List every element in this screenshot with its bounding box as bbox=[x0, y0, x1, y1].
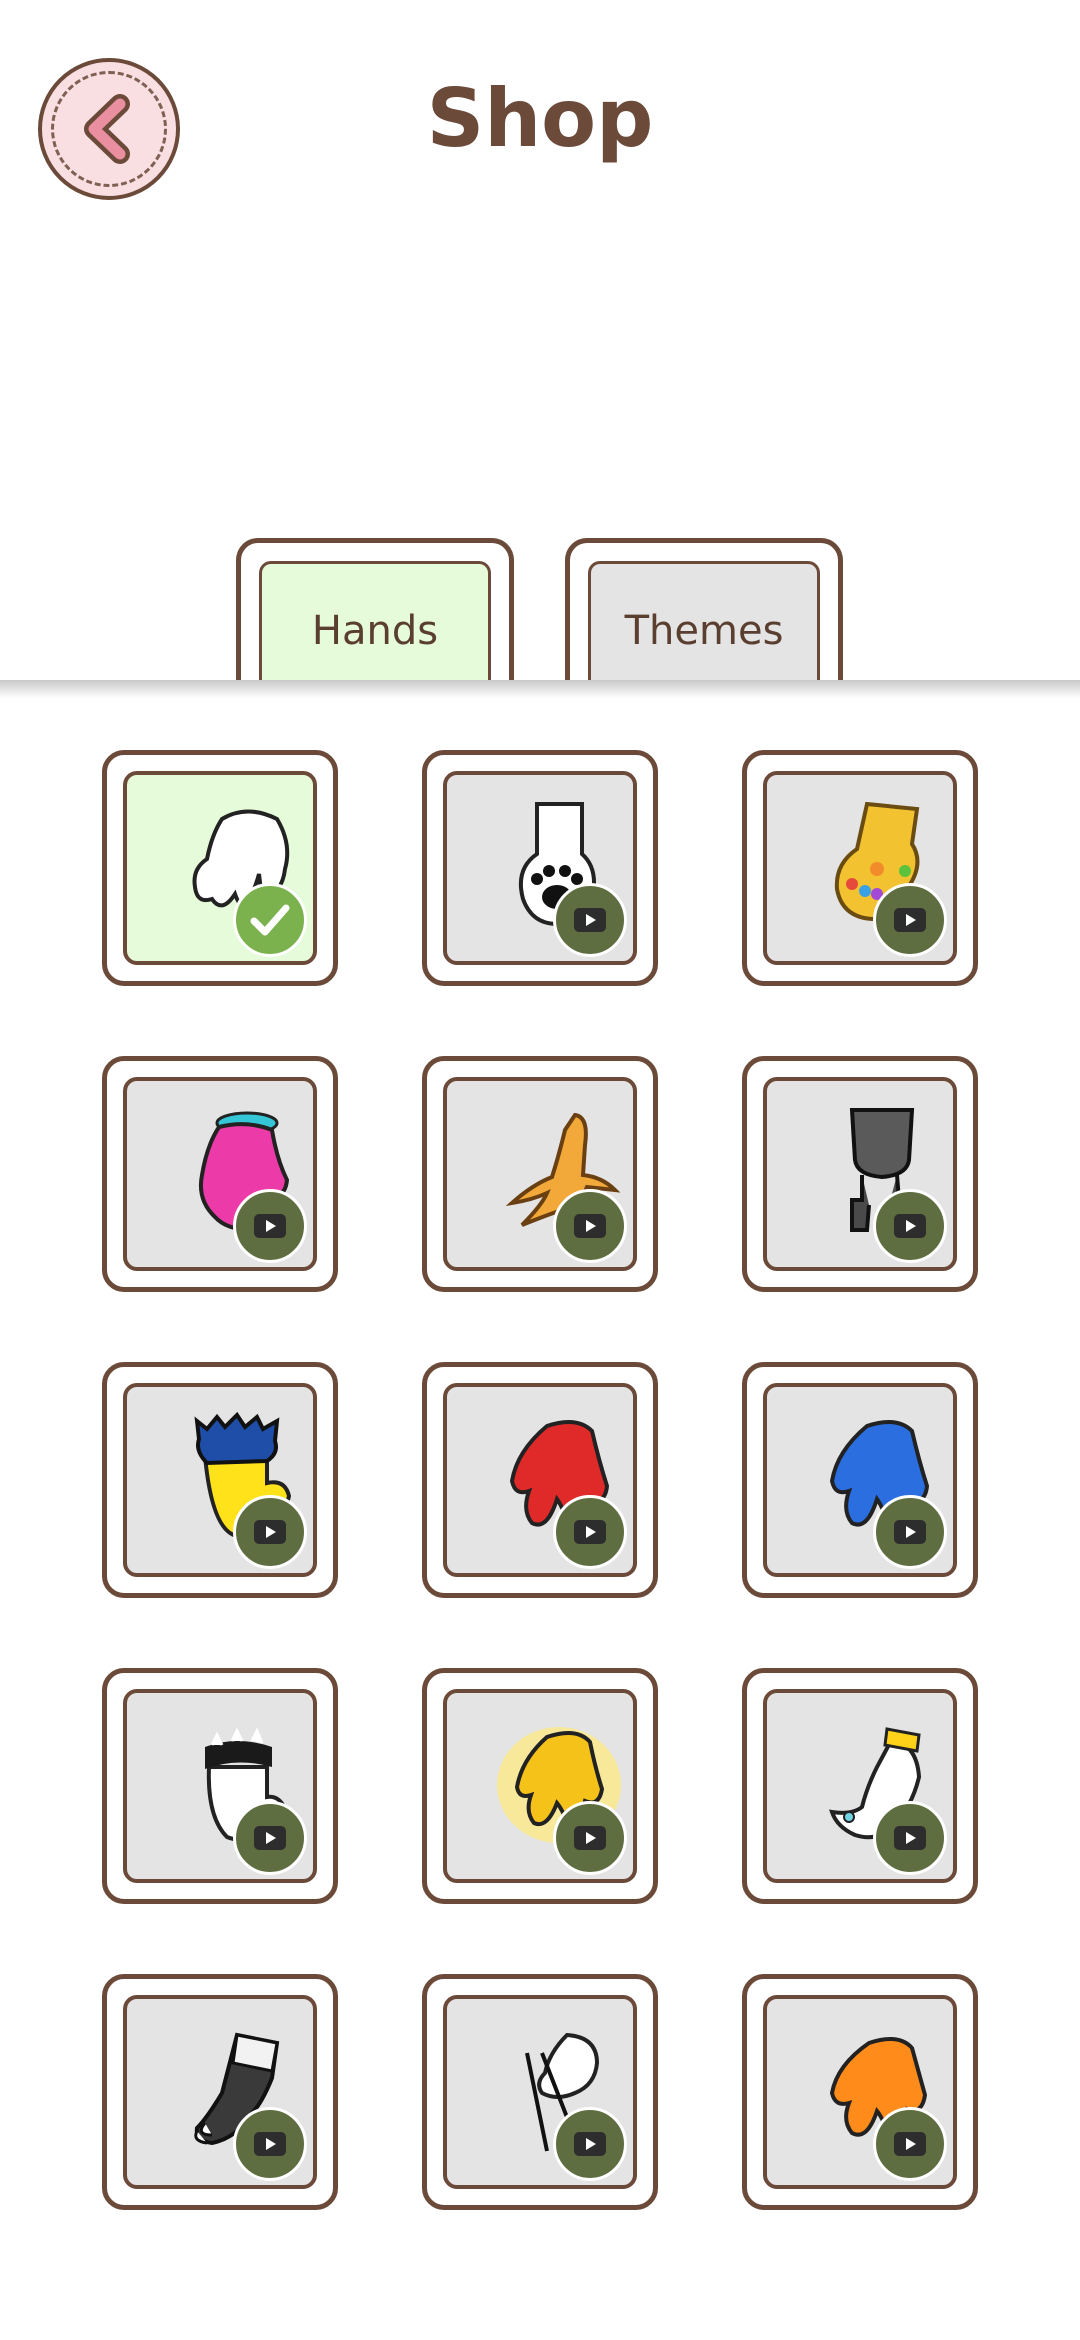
tab-hands[interactable]: Hands bbox=[236, 538, 514, 698]
watch-video-badge bbox=[553, 1495, 627, 1569]
shop-item[interactable] bbox=[742, 1974, 978, 2210]
shop-screen: Shop Hands Themes bbox=[0, 0, 1080, 2340]
shop-item[interactable] bbox=[102, 1668, 338, 1904]
play-video-icon bbox=[574, 1214, 606, 1238]
shop-item[interactable] bbox=[742, 750, 978, 986]
page-title: Shop bbox=[426, 72, 654, 165]
play-video-icon bbox=[574, 908, 606, 932]
tab-themes-label: Themes bbox=[588, 561, 820, 698]
tab-hands-label: Hands bbox=[259, 561, 491, 698]
play-video-icon bbox=[254, 1520, 286, 1544]
shop-item[interactable] bbox=[742, 1056, 978, 1292]
watch-video-badge bbox=[553, 883, 627, 957]
play-video-icon bbox=[574, 2132, 606, 2156]
shop-item[interactable] bbox=[102, 1974, 338, 2210]
play-video-icon bbox=[894, 1520, 926, 1544]
play-video-icon bbox=[894, 1214, 926, 1238]
selected-check-badge bbox=[233, 883, 307, 957]
shop-item[interactable] bbox=[422, 1362, 658, 1598]
shop-item[interactable] bbox=[422, 750, 658, 986]
watch-video-badge bbox=[233, 1495, 307, 1569]
tab-themes[interactable]: Themes bbox=[565, 538, 843, 698]
watch-video-badge bbox=[553, 1189, 627, 1263]
shop-item[interactable] bbox=[742, 1668, 978, 1904]
play-video-icon bbox=[574, 1520, 606, 1544]
shop-item[interactable] bbox=[102, 1362, 338, 1598]
watch-video-badge bbox=[873, 1801, 947, 1875]
play-video-icon bbox=[574, 1826, 606, 1850]
play-video-icon bbox=[894, 1826, 926, 1850]
watch-video-badge bbox=[233, 1189, 307, 1263]
watch-video-badge bbox=[233, 1801, 307, 1875]
shop-item[interactable] bbox=[102, 1056, 338, 1292]
panel-divider bbox=[0, 680, 1080, 698]
shop-item[interactable] bbox=[102, 750, 338, 986]
play-video-icon bbox=[254, 1826, 286, 1850]
watch-video-badge bbox=[873, 2107, 947, 2181]
watch-video-badge bbox=[233, 2107, 307, 2181]
watch-video-badge bbox=[553, 2107, 627, 2181]
play-video-icon bbox=[254, 2132, 286, 2156]
check-icon bbox=[250, 904, 290, 936]
watch-video-badge bbox=[873, 1495, 947, 1569]
watch-video-badge bbox=[553, 1801, 627, 1875]
play-video-icon bbox=[254, 1214, 286, 1238]
shop-item[interactable] bbox=[422, 1056, 658, 1292]
play-video-icon bbox=[894, 2132, 926, 2156]
shop-item[interactable] bbox=[422, 1974, 658, 2210]
watch-video-badge bbox=[873, 883, 947, 957]
shop-item[interactable] bbox=[742, 1362, 978, 1598]
play-video-icon bbox=[894, 908, 926, 932]
watch-video-badge bbox=[873, 1189, 947, 1263]
shop-item[interactable] bbox=[422, 1668, 658, 1904]
